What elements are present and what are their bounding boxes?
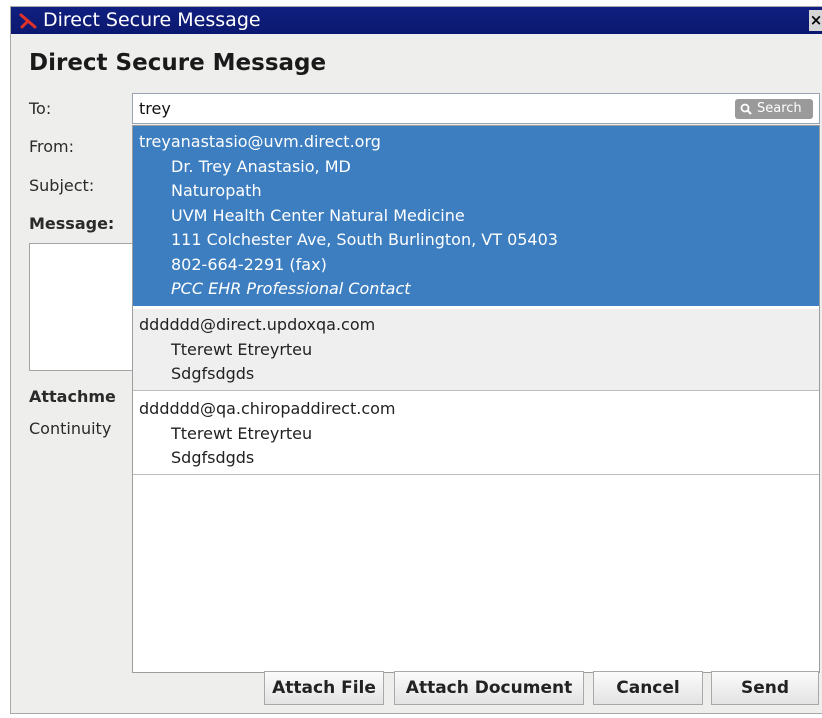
attach-document-button[interactable]: Attach Document	[394, 671, 584, 705]
from-label: From:	[29, 137, 75, 156]
suggestion-item-selected[interactable]: treyanastasio@uvm.direct.org Dr. Trey An…	[133, 126, 819, 306]
suggestion-item[interactable]: dddddd@qa.chiropaddirect.com Tterewt Etr…	[133, 393, 819, 475]
suggestion-name: Tterewt Etreyrteu	[171, 339, 313, 359]
suggestion-fax: 802-664-2291 (fax)	[171, 254, 327, 274]
attachments-label: Attachme	[29, 387, 116, 406]
to-label: To:	[29, 99, 52, 118]
suggestion-email: treyanastasio@uvm.direct.org	[139, 132, 381, 151]
search-button-label: Search	[757, 101, 802, 116]
cancel-button[interactable]: Cancel	[593, 671, 703, 705]
suggestion-organization: UVM Health Center Natural Medicine	[171, 205, 465, 225]
subject-label: Subject:	[29, 176, 95, 195]
suggestion-email: dddddd@qa.chiropaddirect.com	[139, 399, 396, 418]
to-field[interactable]: trey Search	[132, 93, 820, 124]
contact-suggestions-dropdown: treyanastasio@uvm.direct.org Dr. Trey An…	[132, 125, 820, 673]
suggestion-item[interactable]: dddddd@direct.updoxqa.com Tterewt Etreyr…	[133, 309, 819, 391]
suggestion-specialty: Naturopath	[171, 181, 262, 200]
suggestion-address: 111 Colchester Ave, South Burlington, VT…	[171, 230, 558, 249]
suggestion-detail: Sdgfsdgds	[171, 364, 255, 383]
attachment-item[interactable]: Continuity	[29, 419, 111, 438]
to-field-value: trey	[139, 99, 171, 118]
attach-file-button[interactable]: Attach File	[264, 671, 384, 705]
suggestion-detail: Sdgfsdgds	[171, 448, 255, 467]
message-label: Message:	[29, 214, 115, 233]
search-icon	[740, 103, 752, 115]
title-bar: Direct Secure Message ×	[11, 7, 822, 34]
direct-secure-message-window: Direct Secure Message × Direct Secure Me…	[10, 6, 822, 714]
message-textarea[interactable]	[29, 243, 139, 371]
window-title: Direct Secure Message	[43, 9, 261, 31]
suggestion-name: Tterewt Etreyrteu	[171, 423, 313, 443]
search-button[interactable]: Search	[735, 99, 813, 119]
suggestion-name: Dr. Trey Anastasio, MD	[171, 156, 351, 176]
suggestion-contact-type: PCC EHR Professional Contact	[171, 279, 411, 298]
app-x-icon	[19, 13, 37, 29]
send-button[interactable]: Send	[711, 671, 819, 705]
close-button[interactable]: ×	[809, 10, 822, 31]
suggestion-email: dddddd@direct.updoxqa.com	[139, 315, 376, 334]
page-title: Direct Secure Message	[29, 50, 327, 76]
